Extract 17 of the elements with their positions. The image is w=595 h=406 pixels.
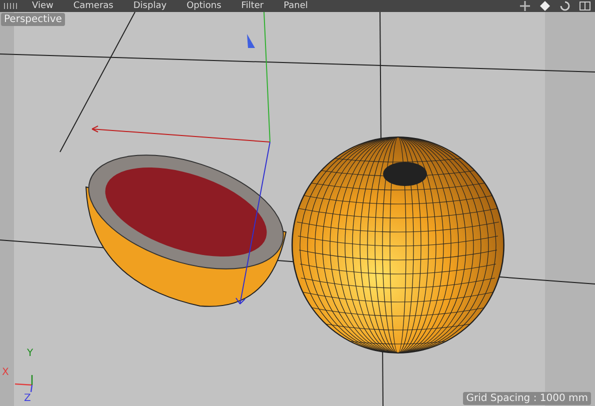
layout-icon[interactable]	[579, 1, 591, 11]
menu-item[interactable]: Filter	[235, 0, 270, 12]
menu-item[interactable]: Display	[127, 0, 173, 12]
move-icon[interactable]	[519, 1, 531, 11]
menu-item[interactable]: Options	[180, 0, 228, 12]
menu-item[interactable]: View	[26, 0, 60, 12]
light-marker-icon	[247, 34, 255, 48]
rotate-icon[interactable]	[559, 1, 571, 11]
axis-label: Z	[24, 393, 31, 404]
menu-item[interactable]: Cameras	[67, 0, 120, 12]
menu-item[interactable]: Panel	[278, 0, 314, 12]
axis-label: Y	[27, 348, 34, 359]
axis-indicator-icon	[14, 375, 33, 392]
axis-label: X	[2, 367, 9, 378]
grip-icon	[4, 3, 18, 9]
grid-spacing-label: Grid Spacing : 1000 mm	[463, 392, 591, 405]
camera-label: Perspective	[1, 13, 65, 26]
